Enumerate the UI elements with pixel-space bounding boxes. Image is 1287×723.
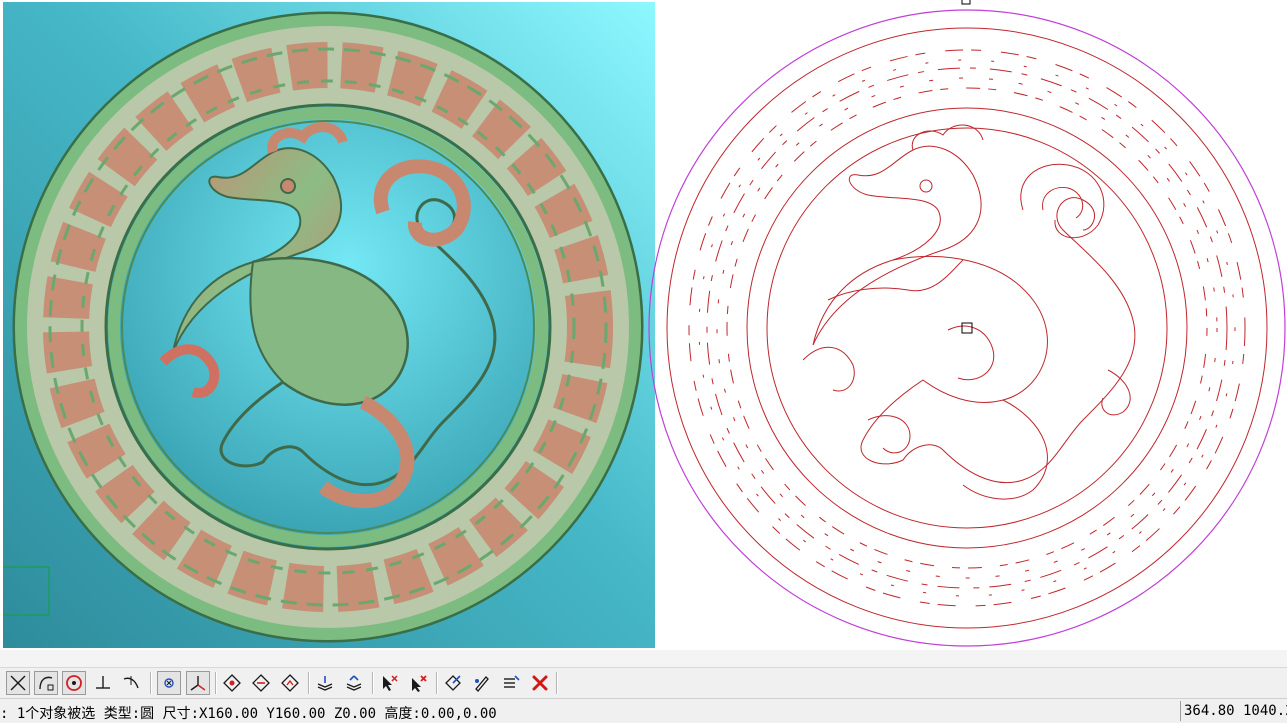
snap-perpendicular-icon[interactable] [91,671,115,695]
toolbar-separator [150,672,152,694]
snap-toolbar [0,667,1287,698]
relief-render-view[interactable] [3,2,655,648]
status-message: : 1个对象被选 类型:圆 尺寸:X160.00 Y160.00 Z0.00 高… [0,706,497,722]
status-bar: : 1个对象被选 类型:圆 尺寸:X160.00 Y160.00 Z0.00 高… [0,698,1287,723]
node-diamond-1-icon[interactable] [220,671,244,695]
toolbar-separator [308,672,310,694]
list-edit-icon[interactable] [499,671,523,695]
toolbar-separator [556,672,558,694]
cursor-coordinates: 364.80 1040.2 [1184,703,1287,719]
snap-tangent-arc-icon[interactable] [34,671,58,695]
delete-icon[interactable] [528,671,552,695]
snap-center-circle-icon[interactable] [62,671,86,695]
relief-image [3,2,655,648]
snap-grid-point-icon[interactable] [157,671,181,695]
toolbar-separator [372,672,374,694]
vector-outline-drawing [633,0,1286,647]
pen-edit-icon[interactable] [470,671,494,695]
layer-stack-alt-icon[interactable] [342,671,366,695]
canvas-viewport[interactable] [0,0,1287,650]
transform-node-icon[interactable] [441,671,465,695]
snap-intersection-icon[interactable] [6,671,30,695]
vector-outline-view[interactable] [633,0,1287,650]
status-divider [1180,701,1181,721]
select-pointer-add-icon[interactable] [377,671,401,695]
toolbar-separator [436,672,438,694]
select-pointer-remove-icon[interactable] [406,671,430,695]
snap-polar-axis-icon[interactable] [186,671,210,695]
toolbar-background [0,650,1287,667]
node-diamond-3-icon[interactable] [278,671,302,695]
toolbar-separator [215,672,217,694]
layer-stack-icon[interactable] [313,671,337,695]
node-diamond-2-icon[interactable] [249,671,273,695]
snap-nearest-curve-icon[interactable] [119,671,143,695]
